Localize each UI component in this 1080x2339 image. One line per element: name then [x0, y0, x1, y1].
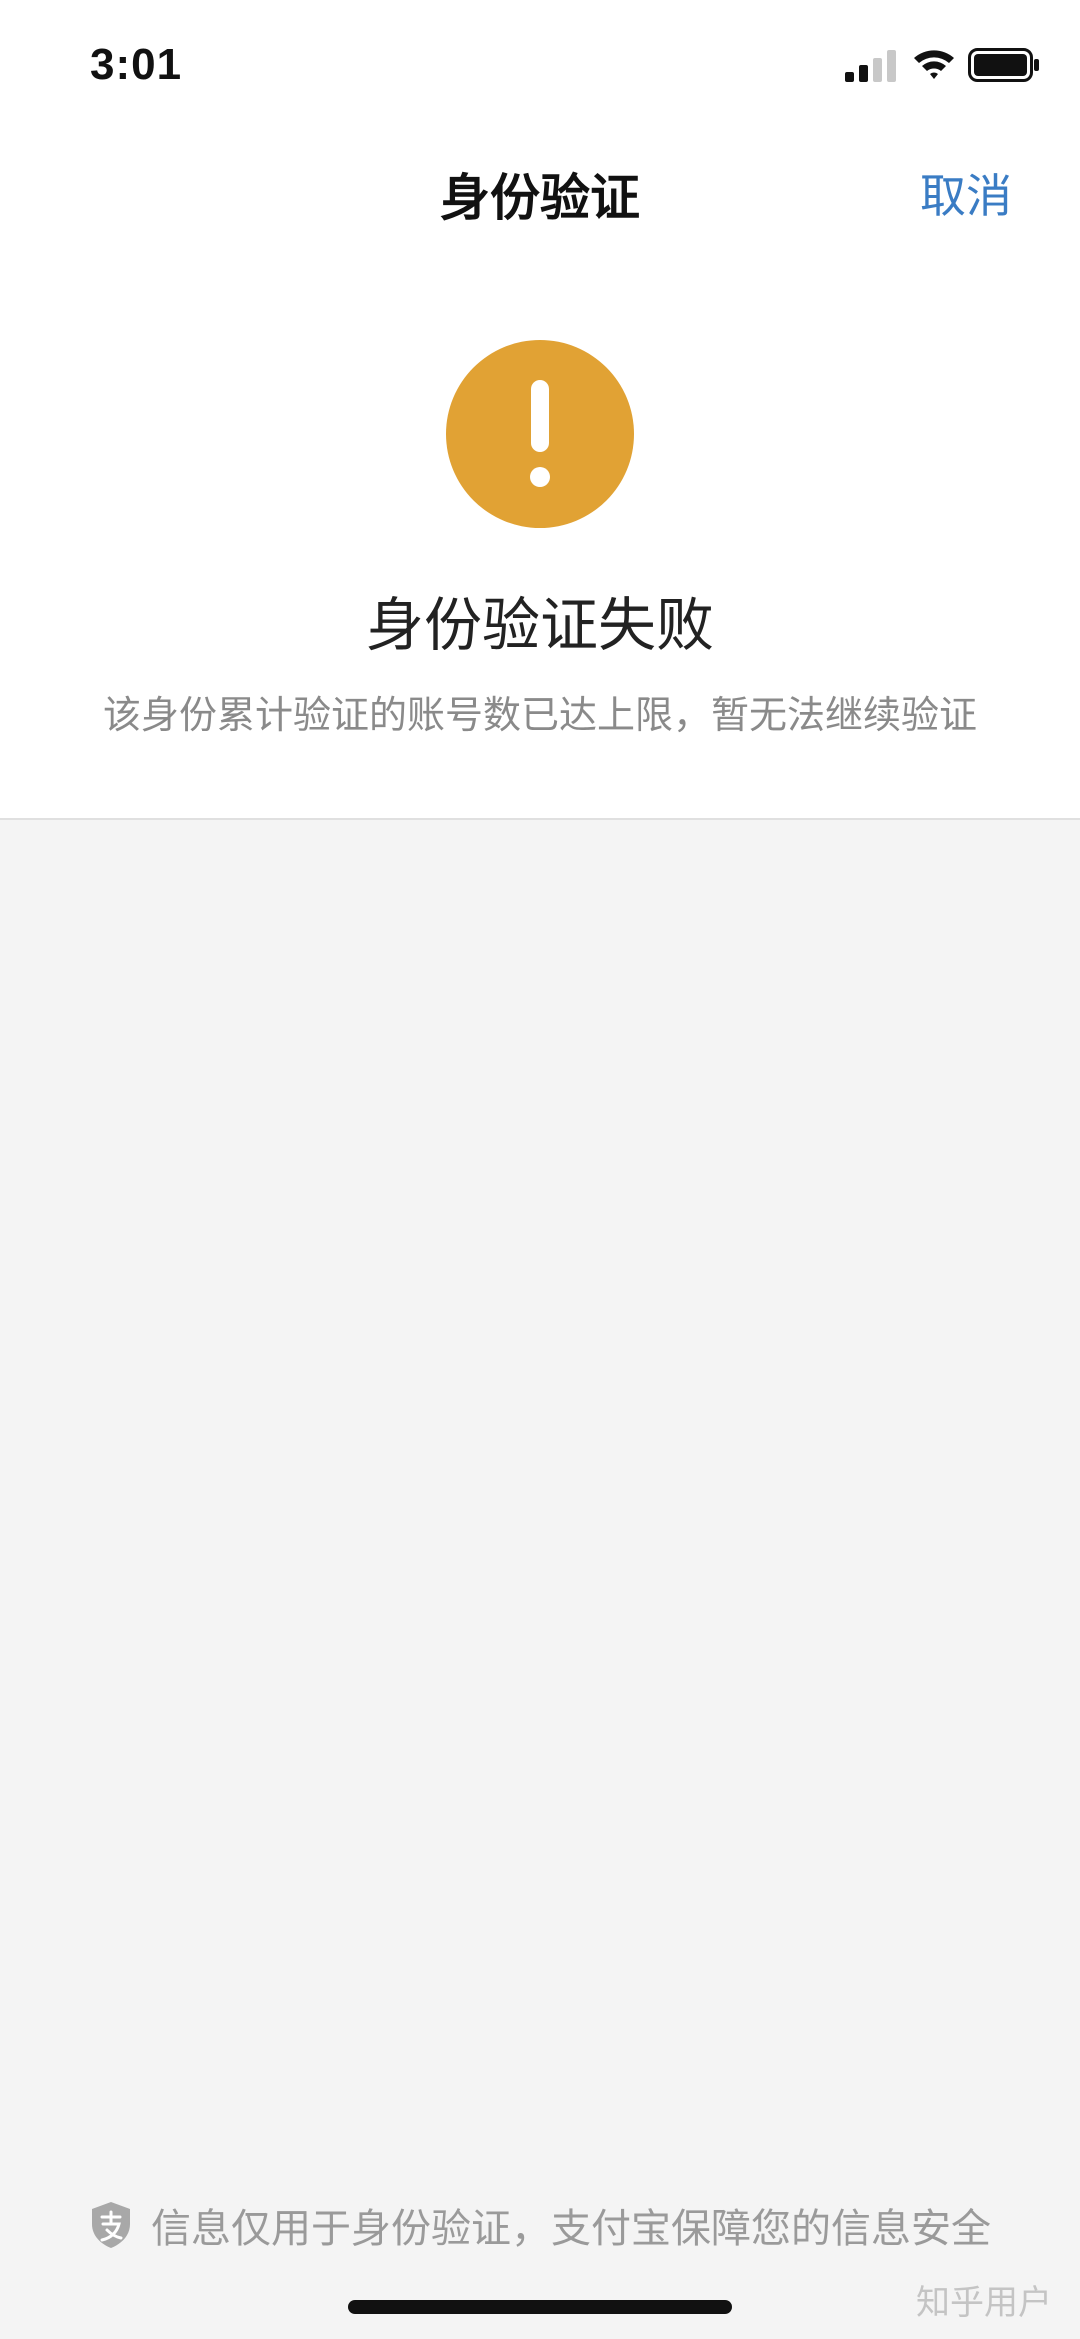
exclamation-dot [530, 467, 550, 487]
warning-exclamation-icon [446, 340, 634, 528]
result-title: 身份验证失败 [365, 591, 714, 659]
footer-text: 信息仅用于身份验证，支付宝保障您的信息安全 [151, 2206, 991, 2252]
result-description: 该身份累计验证的账号数已达上限，暂无法继续验证 [102, 693, 977, 737]
status-time: 3:01 [90, 40, 183, 89]
home-indicator[interactable] [348, 2300, 732, 2314]
result-panel: 3:01 身份验证 取消 身份验证失败 该身份累计验证的账号数已达上限，暂无法继… [0, 0, 1080, 820]
exclamation-bar [531, 380, 549, 452]
watermark: 知乎用户 [916, 2283, 1052, 2323]
wifi-icon [914, 50, 954, 79]
security-footer: 信息仅用于身份验证，支付宝保障您的信息安全 [0, 2196, 1080, 2254]
battery-icon [968, 48, 1039, 82]
cancel-button[interactable]: 取消 [920, 160, 1012, 226]
page-title: 身份验证 [440, 169, 640, 227]
cellular-signal-icon [845, 50, 896, 82]
alipay-shield-icon [92, 2202, 130, 2248]
